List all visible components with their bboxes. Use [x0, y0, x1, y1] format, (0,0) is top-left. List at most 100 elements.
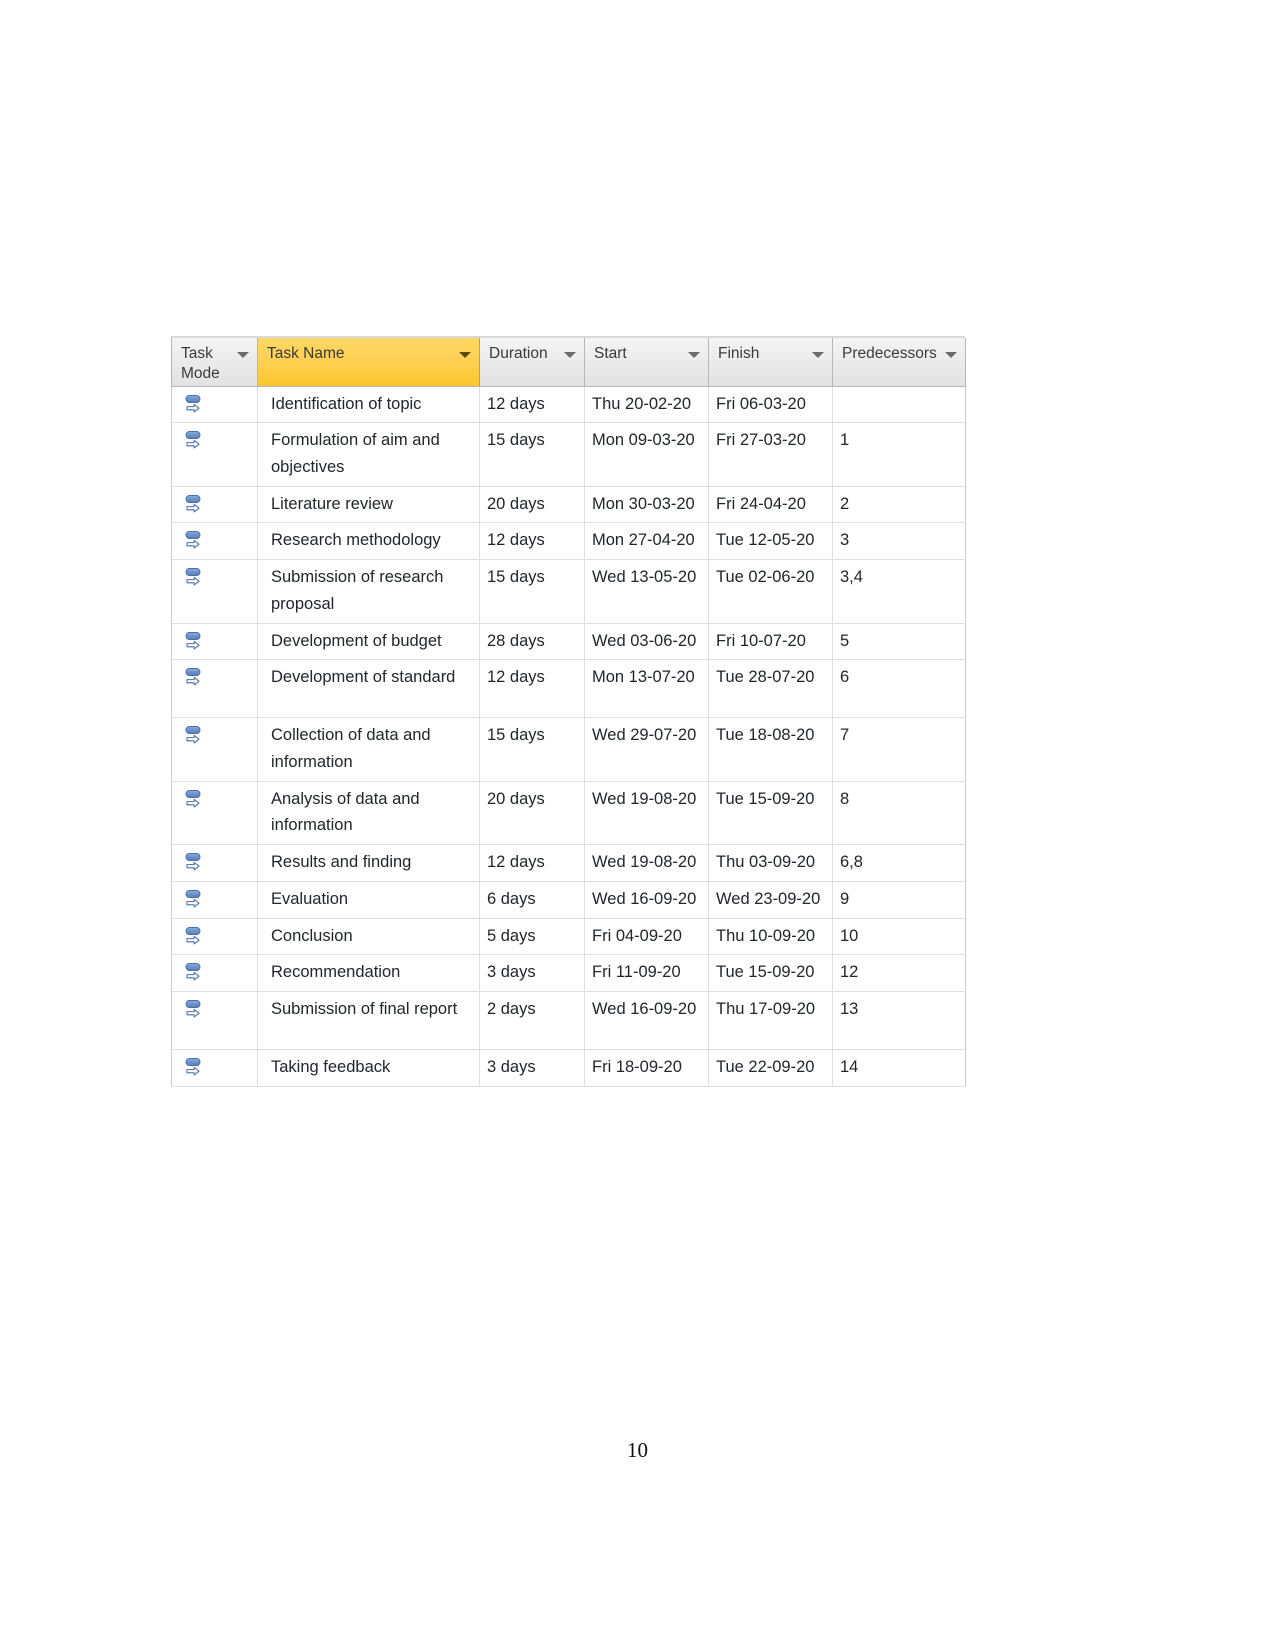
cell-duration[interactable]: 15 days	[479, 422, 585, 487]
chevron-down-icon[interactable]	[459, 352, 471, 358]
cell-start[interactable]: Wed 03-06-20	[584, 623, 709, 661]
cell-duration[interactable]: 3 days	[479, 954, 585, 992]
table-row[interactable]: Development of budget 28 days Wed 03-06-20…	[171, 623, 966, 661]
table-row[interactable]: Identification of topic 12 days Thu 20-02-…	[171, 386, 966, 424]
table-row[interactable]: Collection of data and information 15 day…	[171, 717, 966, 782]
table-row[interactable]: Development of standard 12 days Mon 13-07-…	[171, 659, 966, 719]
cell-finish[interactable]: Fri 10-07-20	[708, 623, 833, 661]
cell-finish[interactable]: Tue 28-07-20	[708, 659, 833, 719]
cell-predecessors[interactable]: 14	[832, 1049, 966, 1087]
cell-finish[interactable]: Wed 23-09-20	[708, 881, 833, 919]
table-row[interactable]: Analysis of data and information 20 days W…	[171, 781, 966, 846]
cell-predecessors[interactable]: 2	[832, 486, 966, 524]
table-row[interactable]: Evaluation 6 days Wed 16-09-20 Wed 23-09-20…	[171, 881, 966, 919]
cell-start[interactable]: Mon 13-07-20	[584, 659, 709, 719]
cell-task-name[interactable]: Results and finding	[257, 844, 480, 882]
cell-task-name[interactable]: Identification of topic	[257, 386, 480, 424]
column-header-duration[interactable]: Duration	[479, 338, 585, 387]
cell-predecessors[interactable]: 3	[832, 522, 966, 561]
cell-task-name[interactable]: Development of standard	[257, 659, 480, 719]
cell-duration[interactable]: 12 days	[479, 386, 585, 424]
table-row[interactable]: Taking feedback 3 days Fri 18-09-20 Tue 22-…	[171, 1049, 966, 1087]
cell-duration[interactable]: 12 days	[479, 844, 585, 882]
cell-task-mode[interactable]	[171, 1049, 258, 1087]
cell-predecessors[interactable]: 6	[832, 659, 966, 719]
cell-start[interactable]: Fri 04-09-20	[584, 918, 709, 956]
cell-task-name[interactable]: Recommendation	[257, 954, 480, 992]
cell-task-mode[interactable]	[171, 844, 258, 882]
cell-finish[interactable]: Tue 02-06-20	[708, 559, 833, 624]
column-header-task_mode[interactable]: Task Mode	[171, 338, 258, 387]
cell-start[interactable]: Thu 20-02-20	[584, 386, 709, 424]
cell-finish[interactable]: Tue 18-08-20	[708, 717, 833, 782]
cell-predecessors[interactable]: 3,4	[832, 559, 966, 624]
table-row[interactable]: Results and finding 12 days Wed 19-08-20 Th…	[171, 844, 966, 882]
table-row[interactable]: Literature review 20 days Mon 30-03-20 Fri …	[171, 486, 966, 524]
cell-duration[interactable]: 15 days	[479, 717, 585, 782]
cell-start[interactable]: Mon 30-03-20	[584, 486, 709, 524]
cell-start[interactable]: Mon 09-03-20	[584, 422, 709, 487]
cell-start[interactable]: Wed 16-09-20	[584, 881, 709, 919]
cell-duration[interactable]: 15 days	[479, 559, 585, 624]
cell-task-name[interactable]: Evaluation	[257, 881, 480, 919]
table-row[interactable]: Research methodology 12 days Mon 27-04-20 T…	[171, 522, 966, 561]
cell-finish[interactable]: Thu 10-09-20	[708, 918, 833, 956]
chevron-down-icon[interactable]	[945, 352, 957, 358]
cell-duration[interactable]: 2 days	[479, 991, 585, 1050]
cell-start[interactable]: Fri 18-09-20	[584, 1049, 709, 1087]
cell-task-mode[interactable]	[171, 386, 258, 424]
cell-finish[interactable]: Fri 24-04-20	[708, 486, 833, 524]
table-row[interactable]: Submission of final report 2 days Wed 16-0…	[171, 991, 966, 1050]
column-header-finish[interactable]: Finish	[708, 338, 833, 387]
cell-duration[interactable]: 20 days	[479, 486, 585, 524]
cell-predecessors[interactable]: 6,8	[832, 844, 966, 882]
cell-task-name[interactable]: Analysis of data and information	[257, 781, 480, 846]
cell-start[interactable]: Wed 19-08-20	[584, 844, 709, 882]
table-row[interactable]: Conclusion 5 days Fri 04-09-20 Thu 10-09-20…	[171, 918, 966, 956]
cell-duration[interactable]: 28 days	[479, 623, 585, 661]
cell-start[interactable]: Mon 27-04-20	[584, 522, 709, 561]
cell-task-mode[interactable]	[171, 881, 258, 919]
cell-task-mode[interactable]	[171, 422, 258, 487]
cell-task-name[interactable]: Collection of data and information	[257, 717, 480, 782]
cell-finish[interactable]: Tue 15-09-20	[708, 954, 833, 992]
chevron-down-icon[interactable]	[688, 352, 700, 358]
cell-duration[interactable]: 20 days	[479, 781, 585, 846]
cell-predecessors[interactable]: 12	[832, 954, 966, 992]
cell-duration[interactable]: 12 days	[479, 659, 585, 719]
cell-task-name[interactable]: Taking feedback	[257, 1049, 480, 1087]
cell-start[interactable]: Wed 13-05-20	[584, 559, 709, 624]
table-row[interactable]: Submission of research proposal 15 days We…	[171, 559, 966, 624]
cell-duration[interactable]: 5 days	[479, 918, 585, 956]
cell-task-name[interactable]: Literature review	[257, 486, 480, 524]
cell-finish[interactable]: Fri 27-03-20	[708, 422, 833, 487]
cell-finish[interactable]: Tue 12-05-20	[708, 522, 833, 561]
column-header-start[interactable]: Start	[584, 338, 709, 387]
cell-task-name[interactable]: Formulation of aim and objectives	[257, 422, 480, 487]
cell-finish[interactable]: Thu 03-09-20	[708, 844, 833, 882]
cell-finish[interactable]: Tue 22-09-20	[708, 1049, 833, 1087]
column-header-task_name[interactable]: Task Name	[257, 338, 480, 387]
cell-predecessors[interactable]: 8	[832, 781, 966, 846]
cell-task-mode[interactable]	[171, 623, 258, 661]
cell-task-mode[interactable]	[171, 659, 258, 719]
cell-duration[interactable]: 12 days	[479, 522, 585, 561]
table-row[interactable]: Formulation of aim and objectives 15 days…	[171, 422, 966, 487]
cell-task-name[interactable]: Development of budget	[257, 623, 480, 661]
cell-task-mode[interactable]	[171, 486, 258, 524]
cell-task-mode[interactable]	[171, 781, 258, 846]
chevron-down-icon[interactable]	[237, 352, 249, 358]
cell-finish[interactable]: Tue 15-09-20	[708, 781, 833, 846]
cell-predecessors[interactable]	[832, 386, 966, 424]
table-row[interactable]: Recommendation 3 days Fri 11-09-20 Tue 15-0…	[171, 954, 966, 992]
cell-predecessors[interactable]: 10	[832, 918, 966, 956]
cell-task-name[interactable]: Submission of final report	[257, 991, 480, 1050]
column-header-predecessors[interactable]: Predecessors	[832, 338, 966, 387]
cell-task-mode[interactable]	[171, 918, 258, 956]
cell-duration[interactable]: 6 days	[479, 881, 585, 919]
cell-task-name[interactable]: Submission of research proposal	[257, 559, 480, 624]
cell-predecessors[interactable]: 5	[832, 623, 966, 661]
project-task-table[interactable]: Task Mode Task Name Duration Start Finish Pre…	[171, 336, 966, 1087]
cell-predecessors[interactable]: 1	[832, 422, 966, 487]
cell-task-mode[interactable]	[171, 717, 258, 782]
